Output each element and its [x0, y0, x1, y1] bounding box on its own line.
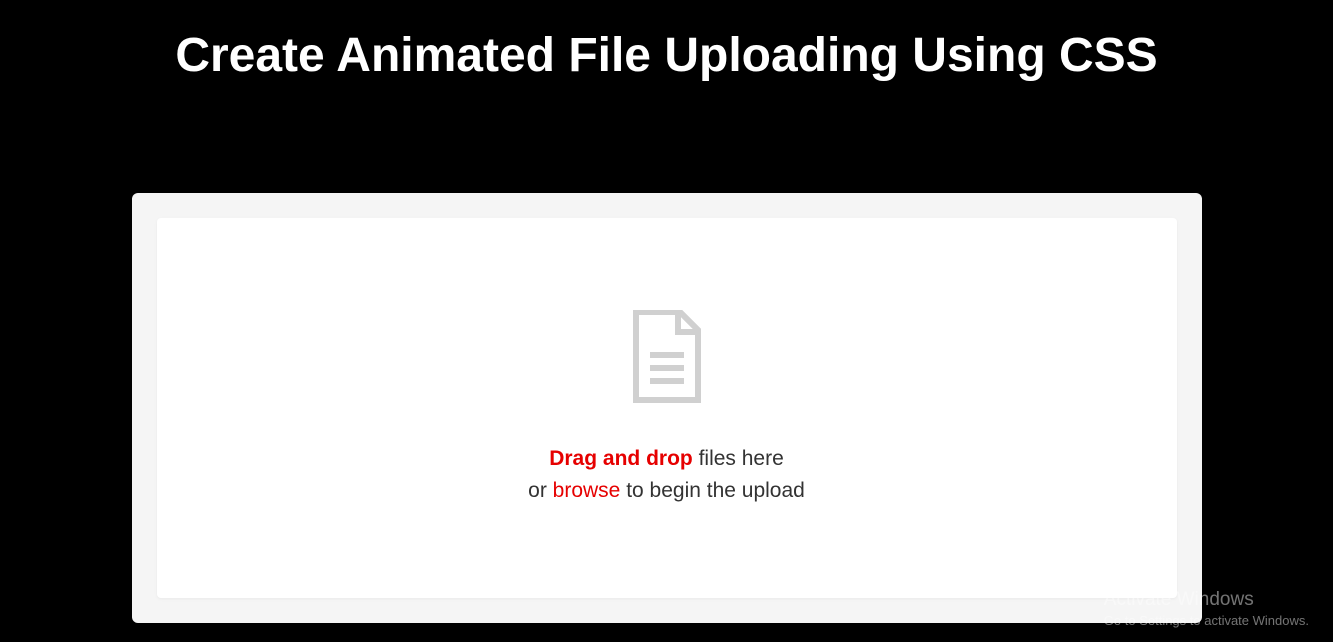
file-icon — [630, 310, 704, 411]
upload-container: Drag and drop files here or browse to be… — [132, 193, 1202, 623]
windows-activation-watermark: Activate Windows Go to Settings to activ… — [1104, 589, 1309, 628]
drop-line1-rest: files here — [693, 447, 784, 470]
upload-dropzone[interactable]: Drag and drop files here or browse to be… — [157, 218, 1177, 598]
drop-instruction-line2: or browse to begin the upload — [528, 475, 805, 507]
drag-drop-highlight: Drag and drop — [549, 447, 693, 470]
watermark-title: Activate Windows — [1104, 589, 1309, 611]
watermark-subtitle: Go to Settings to activate Windows. — [1104, 613, 1309, 628]
drop-line2-prefix: or — [528, 479, 553, 502]
drop-instruction-line1: Drag and drop files here — [549, 443, 784, 475]
browse-link[interactable]: browse — [553, 479, 621, 502]
drop-line2-rest: to begin the upload — [620, 479, 805, 502]
page-title: Create Animated File Uploading Using CSS — [0, 0, 1333, 83]
